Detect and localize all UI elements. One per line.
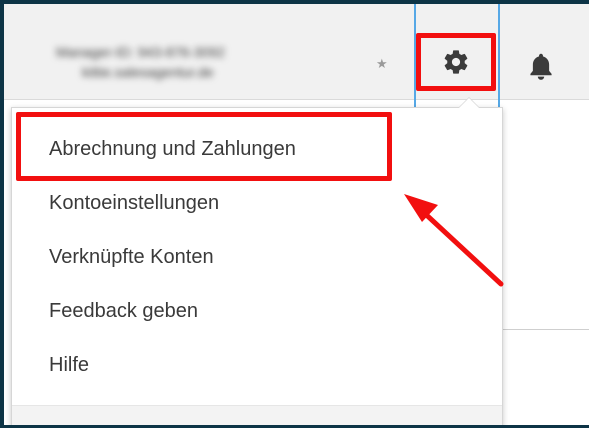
annotation-arrow <box>404 194 504 287</box>
app-window: Manager-ID: 943-876-3092 kittie.salesage… <box>0 0 589 428</box>
